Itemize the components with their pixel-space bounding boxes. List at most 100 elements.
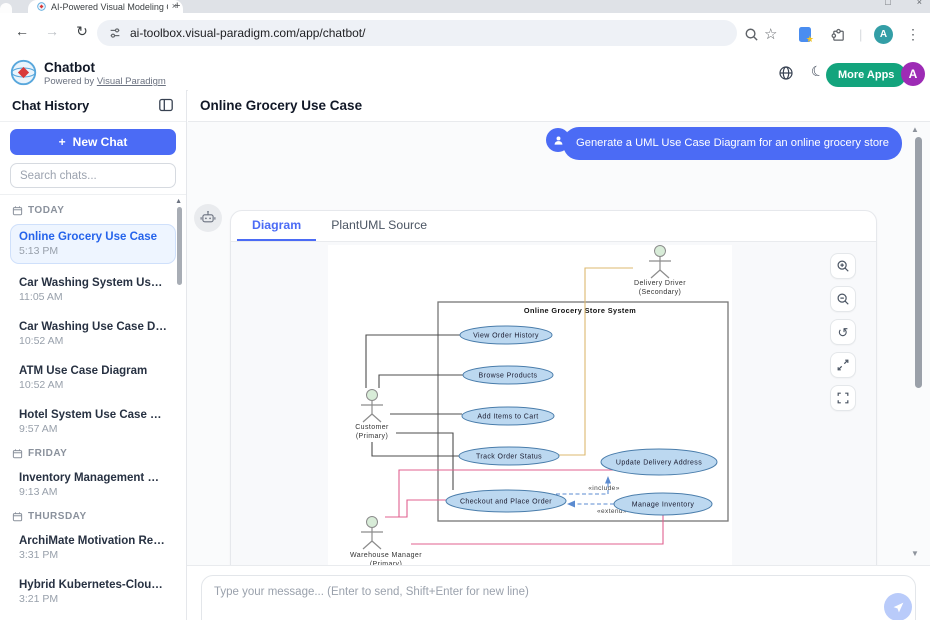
actor-head-customer xyxy=(367,390,378,401)
bookmark-star-icon[interactable]: ☆ xyxy=(764,13,777,55)
main-scrollbar-thumb[interactable] xyxy=(915,137,922,388)
main-scroll-down-icon[interactable]: ▼ xyxy=(911,549,919,558)
chat-item-time: 11:05 AM xyxy=(19,291,167,303)
chat-item[interactable]: Car Washing Use Case Diagr... 10:52 AM xyxy=(10,316,176,352)
chat-item[interactable]: Hybrid Kubernetes-Cloud De... 3:21 PM xyxy=(10,574,176,610)
tab-plantuml-source[interactable]: PlantUML Source xyxy=(316,211,442,241)
language-globe-icon[interactable] xyxy=(778,65,794,81)
plus-icon: + xyxy=(59,135,66,149)
fullscreen-icon xyxy=(836,391,850,405)
chat-item[interactable]: Inventory Management Clas... 9:13 AM xyxy=(10,467,176,503)
site-settings-icon xyxy=(108,26,122,40)
browser-window: AI-Powered Visual Modeling Ch × + □ × ← … xyxy=(0,0,930,620)
reset-view-icon: ↺ xyxy=(838,326,849,339)
app-header: Chatbot Powered by Visual Paradigm ☾ Mor… xyxy=(0,55,930,91)
main-scroll-up-icon[interactable]: ▲ xyxy=(911,125,919,134)
chat-area: Generate a UML Use Case Diagram for an o… xyxy=(187,122,930,565)
usecase-label-checkout: Checkout and Place Order xyxy=(460,499,552,506)
robot-icon xyxy=(200,210,216,226)
chat-item-title: Online Grocery Use Case xyxy=(19,231,167,243)
send-button[interactable] xyxy=(884,593,912,620)
reload-icon[interactable]: ↻ xyxy=(72,23,92,40)
actor-leg xyxy=(660,270,669,278)
zoom-out-button[interactable] xyxy=(830,286,856,312)
chat-item-title: Inventory Management Clas... xyxy=(19,472,167,484)
chat-item-title: Hybrid Kubernetes-Cloud De... xyxy=(19,579,167,591)
window-close-icon[interactable]: × xyxy=(917,0,922,7)
chat-group-label: FRIDAY xyxy=(12,448,174,459)
usecase-label-add_items_to_cart: Add Items to Cart xyxy=(477,414,538,421)
expand-button[interactable] xyxy=(830,352,856,378)
fullscreen-button[interactable] xyxy=(830,385,856,411)
user-message-bubble: Generate a UML Use Case Diagram for an o… xyxy=(563,127,902,160)
forward-icon[interactable]: → xyxy=(42,23,62,39)
usecase-label-update_delivery_address: Update Delivery Address xyxy=(616,460,702,467)
actor-leg xyxy=(363,541,372,549)
actor-head-delivery_driver xyxy=(655,246,666,257)
chat-item-time: 3:21 PM xyxy=(19,593,167,605)
zoom-out-icon xyxy=(836,292,850,306)
dark-mode-moon-icon[interactable]: ☾ xyxy=(809,61,826,81)
extensions-puzzle-icon[interactable] xyxy=(831,13,846,55)
browser-toolbar: ← → ↻ ai-toolbox.visual-paradigm.com/app… xyxy=(0,13,930,56)
chat-history-sidebar: Chat History + New Chat TODAYOnline Groc… xyxy=(0,90,187,620)
new-chat-button[interactable]: + New Chat xyxy=(10,129,176,155)
chat-item-time: 9:57 AM xyxy=(19,423,167,435)
zoom-in-button[interactable] xyxy=(830,253,856,279)
more-apps-button[interactable]: More Apps xyxy=(826,63,906,87)
system-boundary-title: Online Grocery Store System xyxy=(524,306,636,315)
actor-leg xyxy=(372,541,381,549)
sidebar-title: Chat History xyxy=(12,98,89,113)
assistant-avatar xyxy=(194,204,222,232)
search-chats-input[interactable] xyxy=(10,163,176,188)
user-account-avatar[interactable]: A xyxy=(901,62,925,86)
chat-item-title: Car Washing System Use Case xyxy=(19,277,167,289)
edge-label-include: «include» xyxy=(588,485,619,492)
collapse-panel-icon[interactable] xyxy=(158,97,174,113)
actor-leg xyxy=(363,414,372,422)
chat-item-time: 10:52 AM xyxy=(19,335,167,347)
actor-label-warehouse_manager: Warehouse Manager xyxy=(350,552,422,559)
sidebar-scroll-up-icon[interactable]: ▲ xyxy=(175,198,182,205)
browser-tab[interactable]: AI-Powered Visual Modeling Ch × xyxy=(28,0,183,13)
window-maximize-icon[interactable]: □ xyxy=(885,0,890,7)
chat-item-time: 9:13 AM xyxy=(19,486,167,498)
new-tab-icon[interactable]: + xyxy=(174,0,180,12)
reset-view-button[interactable]: ↺ xyxy=(830,319,856,345)
chat-item[interactable]: Hotel System Use Case Diagr... 9:57 AM xyxy=(10,404,176,440)
chat-item[interactable]: Online Grocery Use Case 5:13 PM xyxy=(10,224,176,264)
usecase-label-track_order_status: Track Order Status xyxy=(476,454,542,461)
usecase-label-view_order_history: View Order History xyxy=(473,333,539,340)
chat-item-time: 10:52 AM xyxy=(19,379,167,391)
sidebar-scrollbar-thumb[interactable] xyxy=(177,207,182,285)
browser-tab-strip: AI-Powered Visual Modeling Ch × + □ × xyxy=(0,0,930,13)
zoom-in-icon xyxy=(836,259,850,273)
chat-item-title: Hotel System Use Case Diagr... xyxy=(19,409,167,421)
favicon-visual-paradigm-icon xyxy=(37,2,46,11)
message-input-box xyxy=(201,575,916,620)
browser-menu-icon[interactable]: ⋮ xyxy=(906,13,920,55)
tab-title: AI-Powered Visual Modeling Ch xyxy=(51,2,168,12)
url-text: ai-toolbox.visual-paradigm.com/app/chatb… xyxy=(130,26,365,40)
actor-leg xyxy=(651,270,660,278)
chat-group-label: THURSDAY xyxy=(12,511,174,522)
message-composer xyxy=(187,565,930,620)
back-icon[interactable]: ← xyxy=(12,23,32,39)
send-icon xyxy=(892,601,905,614)
chat-item[interactable]: ATM Use Case Diagram10:52 AM xyxy=(10,360,176,396)
message-input[interactable] xyxy=(202,576,915,616)
toolbar-separator: | xyxy=(859,13,862,55)
tab-fragment xyxy=(0,3,12,13)
tab-diagram[interactable]: Diagram xyxy=(237,211,316,241)
chat-item-time: 5:13 PM xyxy=(19,245,167,257)
visual-paradigm-link[interactable]: Visual Paradigm xyxy=(97,76,166,87)
diagram-result-card: Diagram PlantUML Source Online Grocery S… xyxy=(230,210,877,565)
address-bar[interactable]: ai-toolbox.visual-paradigm.com/app/chatb… xyxy=(97,20,737,46)
bookmark-doc-icon[interactable]: ★ xyxy=(799,13,811,55)
chat-item-title: Car Washing Use Case Diagr... xyxy=(19,321,167,333)
chat-item[interactable]: Car Washing System Use Case 11:05 AM xyxy=(10,272,176,308)
chat-item[interactable]: ArchiMate Motivation Realiz...3:31 PM xyxy=(10,530,176,566)
zoom-page-icon[interactable] xyxy=(744,13,759,55)
browser-profile-avatar[interactable]: A xyxy=(874,13,893,55)
app-subtitle: Powered by Visual Paradigm xyxy=(44,76,166,87)
